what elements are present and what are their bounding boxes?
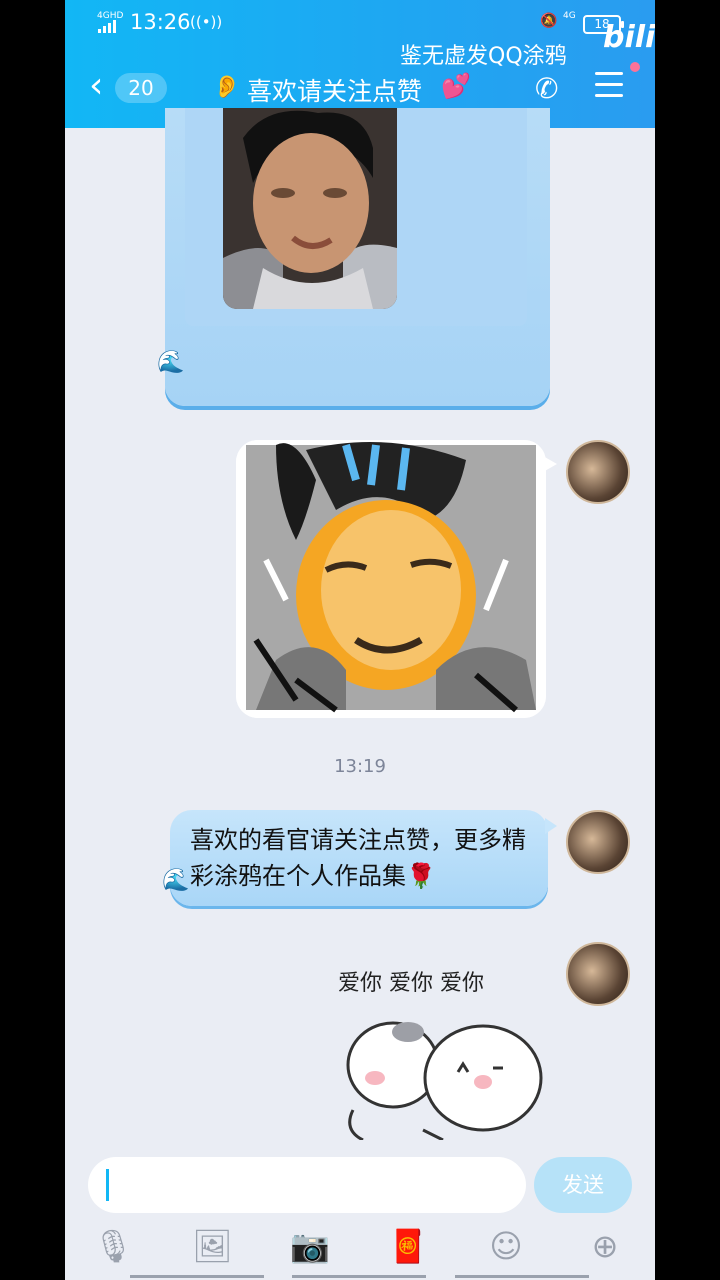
image-message-bubble[interactable]: 🌊 <box>157 108 550 406</box>
wave-decoration-icon: 🌊 <box>162 868 190 893</box>
avatar[interactable] <box>566 942 630 1006</box>
send-button[interactable]: 发送 <box>534 1157 632 1213</box>
toolbar-divider <box>65 1275 655 1280</box>
chat-title: 喜欢请关注点赞 <box>247 77 423 106</box>
reference-photo[interactable] <box>223 108 397 309</box>
doodle-image-message[interactable] <box>236 440 546 718</box>
image-frame <box>185 108 527 326</box>
text-cursor <box>106 1169 109 1201</box>
camera-icon[interactable]: 📷 <box>290 1226 330 1266</box>
plus-icon[interactable]: ⊕ <box>585 1226 625 1266</box>
image-icon[interactable]: 🖼 <box>192 1226 233 1266</box>
heart-icon: 💕 <box>441 72 471 100</box>
phone-icon[interactable]: ✆ <box>535 72 558 105</box>
network-right-label: 4G <box>563 11 576 21</box>
sticker-caption: 爱你 爱你 爱你 <box>338 971 484 996</box>
menu-icon[interactable] <box>595 72 623 98</box>
clock: 13:26 <box>130 10 191 34</box>
avatar[interactable] <box>566 810 630 874</box>
wave-decoration-icon: 🌊 <box>157 350 185 375</box>
signal-icon <box>98 20 116 33</box>
bilibili-logo: bilibili <box>603 20 655 55</box>
bubble-tail <box>545 818 557 834</box>
bubble-tail <box>543 456 557 472</box>
input-toolbar: 🎙 🖼 📷 🧧 ☺ ⊕ <box>65 1226 655 1270</box>
chat-screen: 4GHD 13:26 ((•)) 🔕 4G 18 鉴无虚发QQ涂鸦 bilibi… <box>65 0 655 1280</box>
hotspot-icon: ((•)) <box>190 13 223 31</box>
message-list[interactable]: 🌊 13:19 喜欢的看官请关注点赞，更多精彩涂鸦在个人作品集🌹 🌊 爱你 爱你… <box>65 108 655 1142</box>
message-text: 喜欢的看官请关注点赞，更多精彩涂鸦在个人作品集🌹 <box>190 826 526 890</box>
message-input[interactable] <box>88 1157 526 1213</box>
text-message-bubble[interactable]: 喜欢的看官请关注点赞，更多精彩涂鸦在个人作品集🌹 🌊 <box>162 810 548 906</box>
message-timestamp: 13:19 <box>334 756 386 777</box>
sticker-message[interactable]: 爱你 爱你 爱你 <box>333 960 553 1145</box>
earpiece-icon: 👂 <box>213 75 241 100</box>
emoji-icon[interactable]: ☺ <box>486 1226 526 1266</box>
unread-count-badge[interactable]: 20 <box>115 73 167 103</box>
back-icon[interactable]: ‹ <box>89 68 103 104</box>
mute-icon: 🔕 <box>540 13 558 29</box>
input-bar: 发送 🎙 🖼 📷 🧧 ☺ ⊕ <box>65 1140 655 1280</box>
avatar[interactable] <box>566 440 630 504</box>
red-packet-icon[interactable]: 🧧 <box>388 1226 428 1266</box>
microphone-icon[interactable]: 🎙 <box>93 1226 134 1266</box>
